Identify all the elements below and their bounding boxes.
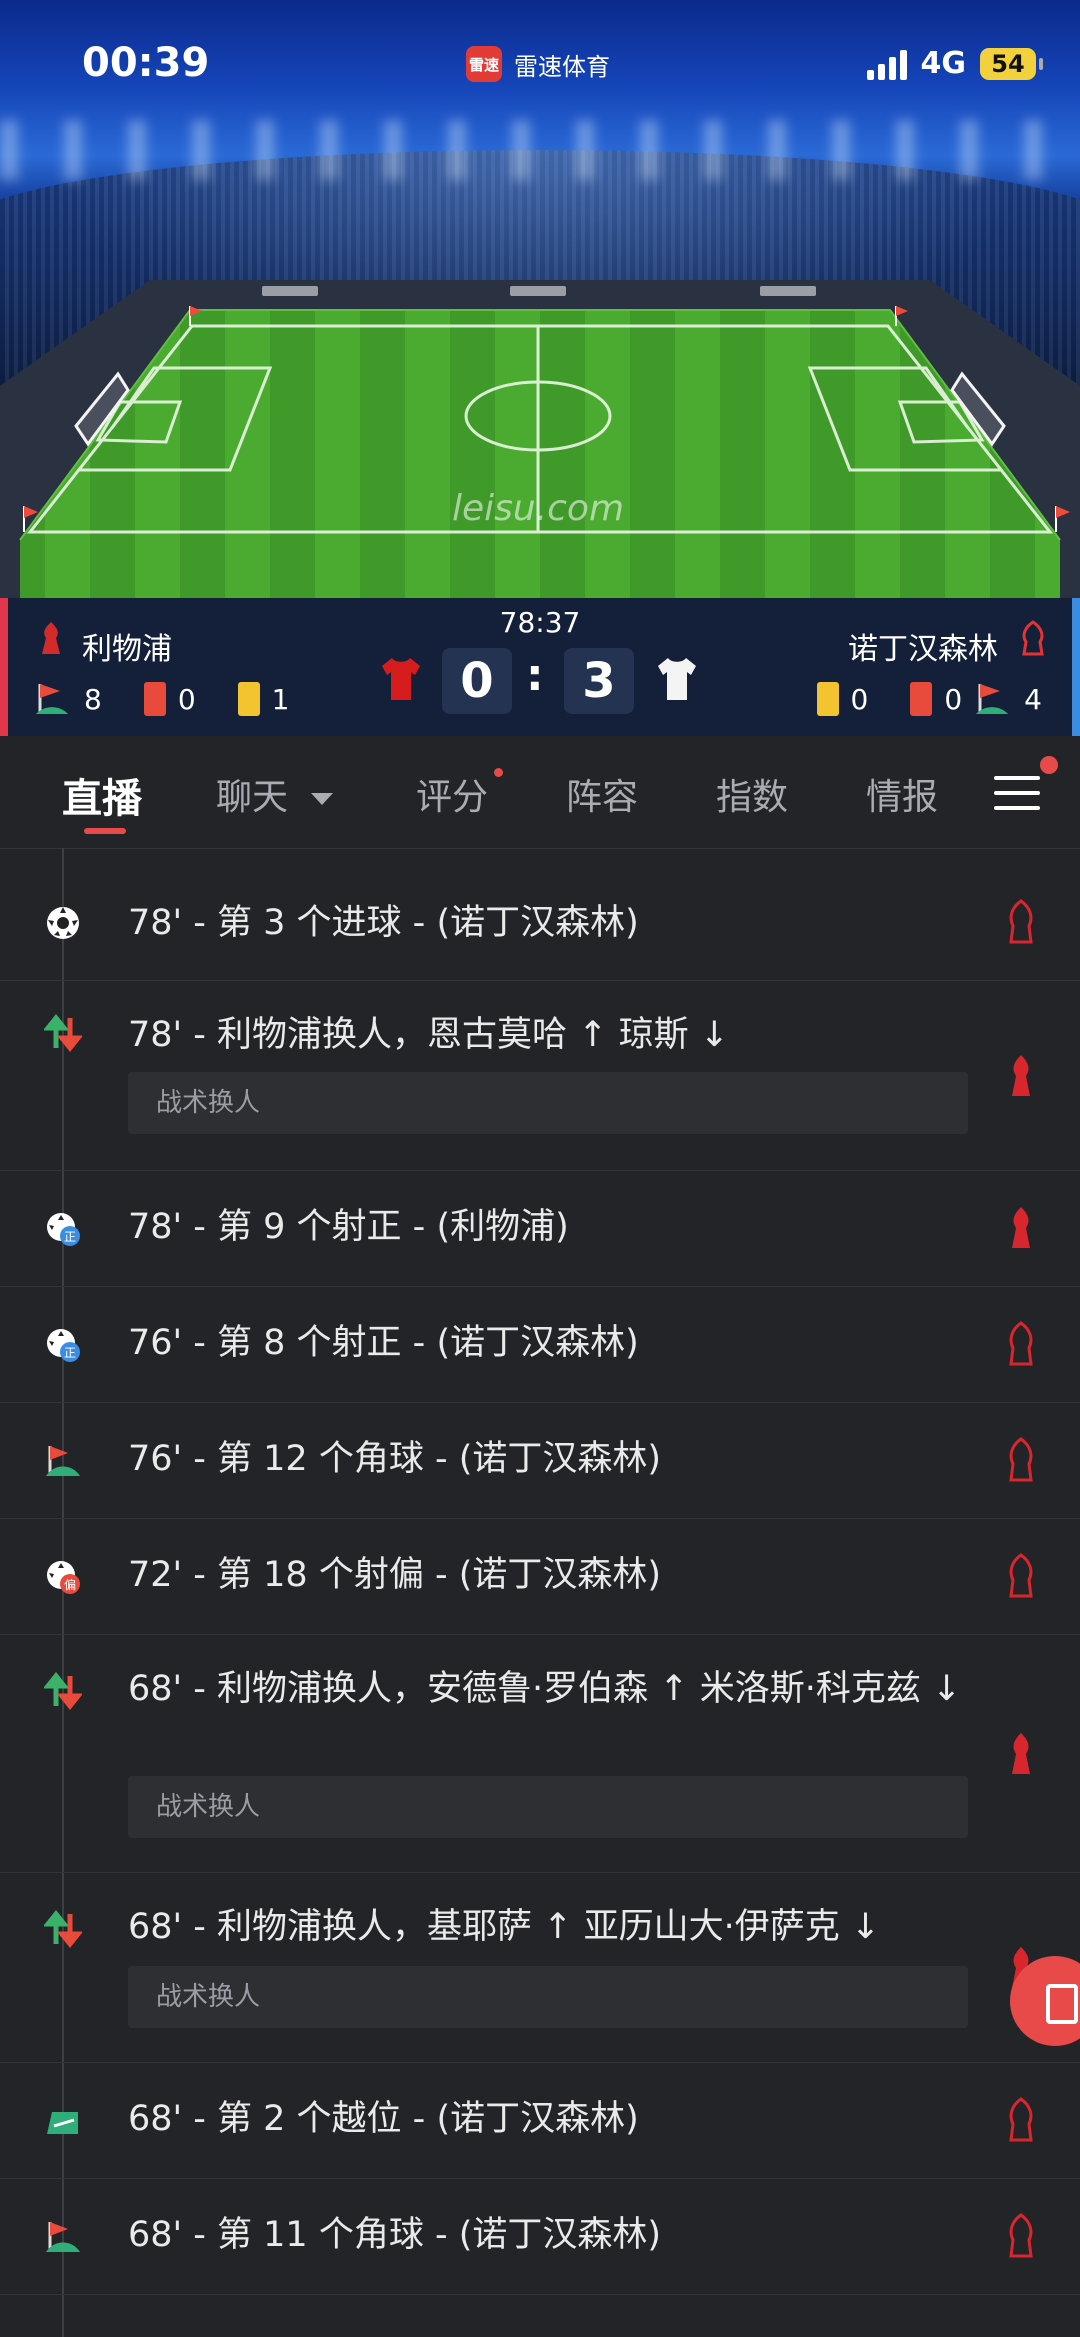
event-text: 78' - 第 9 个射正 - (利物浦)	[128, 1207, 569, 1247]
home-stats: 8 0 1	[34, 680, 289, 718]
pitch-graphic: leisu.com	[0, 280, 1080, 598]
yellow-card-icon	[816, 682, 839, 716]
status-indicators: 4G 54	[866, 46, 1043, 81]
corner-flag-icon	[46, 2222, 80, 2252]
event-text: 76' - 第 8 个射正 - (诺丁汉森林)	[128, 1323, 639, 1363]
home-jersey-icon	[382, 658, 420, 700]
substitution-icon	[44, 1014, 82, 1052]
event-note-text: 战术换人	[156, 1792, 261, 1822]
home-red-cards: 0	[177, 682, 196, 716]
away-corners: 4	[1024, 682, 1042, 716]
substitution-icon	[44, 1910, 82, 1948]
tab-chat[interactable]: 聊天	[216, 768, 334, 820]
caret-down-icon	[311, 793, 334, 805]
svg-text:偏: 偏	[64, 1577, 76, 1592]
event-text: 68' - 第 2 个越位 - (诺丁汉森林)	[128, 2099, 639, 2139]
tab-intel[interactable]: 情报	[866, 768, 938, 820]
event-row[interactable]: 68' - 第 11 个角球 - (诺丁汉森林)	[0, 2178, 1080, 2295]
liverpool-crest-icon	[1012, 1733, 1030, 1774]
menu-notification-dot	[1040, 756, 1058, 774]
event-note: 战术换人	[128, 1072, 968, 1134]
red-card-icon	[910, 682, 933, 716]
event-note: 战术换人	[128, 1966, 968, 2028]
liverpool-crest-icon	[1012, 1207, 1030, 1248]
event-timeline: 78' - 第 3 个进球 - (诺丁汉森林) 78' - 利物浦换人，恩古莫哈…	[0, 848, 1080, 2337]
tab-live[interactable]: 直播	[62, 766, 142, 824]
pitch-watermark: leisu.com	[452, 488, 624, 529]
menu-icon[interactable]	[994, 776, 1040, 810]
event-row[interactable]: 78' - 第 3 个进球 - (诺丁汉森林)	[0, 866, 1080, 981]
event-note: 战术换人	[128, 1776, 968, 1838]
stadium-lights	[0, 120, 1080, 180]
event-note-text: 战术换人	[156, 1982, 261, 2012]
tab-lineup[interactable]: 阵容	[566, 768, 638, 820]
substitution-icon	[44, 1672, 82, 1710]
event-text: 72' - 第 18 个射偏 - (诺丁汉森林)	[128, 1555, 662, 1595]
home-yellow-cards: 1	[271, 682, 290, 716]
battery-icon: 54	[980, 47, 1043, 80]
red-card-icon	[143, 682, 166, 716]
notification-dot	[494, 768, 503, 777]
event-text: 68' - 利物浦换人，安德鲁·罗伯森 ↑ 米洛斯·科克兹 ↓	[128, 1669, 962, 1709]
event-text: 76' - 第 12 个角球 - (诺丁汉森林)	[128, 1439, 662, 1479]
shot-off-target-icon: 偏	[47, 1561, 80, 1594]
home-score: 0	[442, 648, 512, 714]
away-team-name[interactable]: 诺丁汉森林	[848, 624, 998, 668]
app-name: 雷速体育	[514, 52, 610, 81]
away-jersey-icon	[658, 658, 696, 700]
event-row[interactable]: 68' - 利物浦换人，基耶萨 ↑ 亚历山大·伊萨克 ↓ 战术换人	[0, 1872, 1080, 2063]
nottingham-forest-crest-icon	[1009, 1321, 1033, 1366]
nottingham-forest-crest-icon	[1022, 620, 1044, 656]
nottingham-forest-crest-icon	[1009, 1553, 1033, 1598]
svg-text:正: 正	[64, 1230, 76, 1244]
offside-icon	[47, 2112, 78, 2134]
event-text: 68' - 第 11 个角球 - (诺丁汉森林)	[128, 2215, 662, 2255]
svg-text:正: 正	[64, 1346, 76, 1360]
score-separator: :	[526, 650, 544, 701]
scoreboard: 利物浦 8 0 1 78:37 0 : 3 诺丁汉森林 0 0 4	[0, 598, 1080, 736]
stadium-banner: 00:39 雷速 雷速体育 4G 54 leisu.com	[0, 0, 1080, 598]
yellow-card-icon	[237, 682, 260, 716]
nottingham-forest-crest-icon	[1009, 2213, 1033, 2258]
away-score: 3	[564, 648, 634, 714]
tab-odds[interactable]: 指数	[716, 768, 788, 820]
home-corners: 8	[84, 682, 102, 716]
event-text: 68' - 利物浦换人，基耶萨 ↑ 亚历山大·伊萨克 ↓	[128, 1907, 881, 1947]
event-row[interactable]: 78' - 利物浦换人，恩古莫哈 ↑ 琼斯 ↓ 战术换人	[0, 980, 1080, 1171]
app-logo-icon: 雷速	[466, 46, 502, 82]
event-row[interactable]: 正 78' - 第 9 个射正 - (利物浦)	[0, 1170, 1080, 1287]
corner-flag-icon	[36, 684, 68, 714]
network-type: 4G	[920, 46, 967, 81]
tab-bar: 直播 聊天 评分 阵容 指数 情报	[0, 736, 1080, 849]
event-note-text: 战术换人	[156, 1088, 261, 1118]
away-stats: 0 0 4	[816, 680, 1042, 718]
event-row[interactable]: 正 76' - 第 8 个射正 - (诺丁汉森林)	[0, 1286, 1080, 1403]
corner-flag-icon	[46, 1446, 80, 1476]
event-row[interactable]: 68' - 第 2 个越位 - (诺丁汉森林)	[0, 2062, 1080, 2179]
status-app: 雷速 雷速体育	[466, 46, 610, 82]
away-yellow-cards: 0	[850, 682, 869, 716]
nottingham-forest-crest-icon	[1009, 1437, 1033, 1482]
goal-ball-icon	[47, 907, 79, 939]
tab-active-indicator	[84, 828, 126, 834]
event-text: 78' - 第 3 个进球 - (诺丁汉森林)	[128, 903, 639, 943]
liverpool-crest-icon	[1012, 1055, 1030, 1096]
shot-on-target-icon: 正	[47, 1329, 80, 1362]
nottingham-forest-crest-icon	[1009, 2097, 1033, 2142]
corner-flag-icon	[976, 684, 1009, 714]
tab-ratings[interactable]: 评分	[416, 768, 488, 820]
signal-icon	[866, 48, 907, 80]
event-row[interactable]: 76' - 第 12 个角球 - (诺丁汉森林)	[0, 1402, 1080, 1519]
event-row[interactable]: 偏 72' - 第 18 个射偏 - (诺丁汉森林)	[0, 1518, 1080, 1635]
nottingham-forest-crest-icon	[1009, 899, 1033, 944]
event-text: 78' - 利物浦换人，恩古莫哈 ↑ 琼斯 ↓	[128, 1015, 730, 1055]
status-time: 00:39	[82, 40, 210, 86]
tab-chat-label: 聊天	[216, 777, 289, 818]
event-row[interactable]: 68' - 利物浦换人，安德鲁·罗伯森 ↑ 米洛斯·科克兹 ↓ 战术换人	[0, 1634, 1080, 1873]
shot-on-target-icon: 正	[47, 1213, 80, 1246]
away-red-cards: 0	[944, 682, 963, 716]
